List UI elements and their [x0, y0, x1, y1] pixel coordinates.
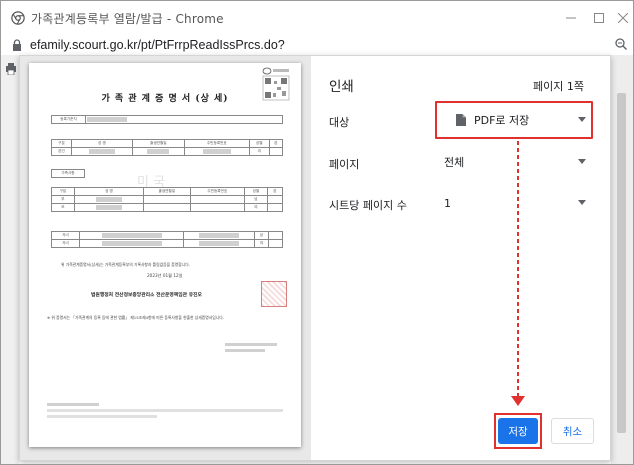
notice-text: ※ 위 증명서는 「가족관계의 등록 등에 관한 법률」 제15조제4항에 따른… — [47, 315, 224, 320]
zoom-icon[interactable] — [614, 37, 628, 51]
maximize-icon — [594, 13, 604, 23]
issuer-name: 법원행정처 전산정보중앙관리소 전산운영책임관 유진오 — [91, 292, 202, 298]
family-label-box: 가족사항 — [51, 169, 85, 178]
certification-statement: 위 가족관계증명서(상세)는 가족관계등록부의 기록사항과 틀림없음을 증명합니… — [61, 262, 190, 267]
background-scrollbar[interactable] — [617, 93, 626, 433]
minimize-button[interactable] — [561, 8, 581, 28]
address-bar[interactable]: efamily.scourt.go.kr/pt/PtFrrpReadIssPrc… — [1, 35, 633, 55]
issue-date: 2023년 01월 12일 — [147, 273, 183, 278]
preview-page: 가 족 관 계 증 명 서 (상 세) 등록기준지 구분 성 명 출생연월일 주… — [29, 63, 301, 447]
background-page — [1, 55, 19, 464]
print-preview: 가 족 관 계 증 명 서 (상 세) 등록기준지 구분 성 명 출생연월일 주… — [20, 56, 311, 460]
window-title: 가족관계등록부 열람/발급 - Chrome — [31, 11, 224, 26]
guide-arrow — [511, 141, 525, 406]
registration-table: 등록기준지 — [51, 115, 283, 124]
browser-window: 가족관계등록부 열람/발급 - Chrome efamily.scourt.go… — [0, 0, 634, 465]
self-table: 구분 성 명 출생연월일 주민등록번호 성별 본 본인 여 — [50, 139, 284, 156]
family-table: 구분 성 명 출생연월일 주민등록번호 성별 본 부 남 모 여 — [51, 187, 284, 212]
children-table: 자녀 남 자녀 여 — [51, 231, 283, 248]
cancel-button[interactable]: 취소 — [551, 418, 594, 444]
maximize-button[interactable] — [589, 8, 609, 28]
title-bar: 가족관계등록부 열람/발급 - Chrome — [1, 1, 633, 35]
save-button[interactable]: 저장 — [498, 418, 538, 444]
printer-icon — [6, 63, 16, 75]
print-settings: 인쇄 페이지 1쪽 대상 PDF로 저장 페이지 전체 시트당 페이지 수 1 — [312, 56, 610, 460]
url-text[interactable]: efamily.scourt.go.kr/pt/PtFrrpReadIssPrc… — [30, 38, 285, 52]
lock-icon — [13, 39, 21, 51]
close-icon — [618, 13, 628, 23]
minimize-icon — [566, 17, 576, 19]
print-dialog: 가 족 관 계 증 명 서 (상 세) 등록기준지 구분 성 명 출생연월일 주… — [19, 55, 611, 461]
chrome-icon — [11, 11, 25, 25]
official-stamp — [261, 281, 287, 307]
reg-label: 등록기준지 — [51, 115, 86, 124]
close-button[interactable] — [613, 8, 633, 28]
document-title: 가 족 관 계 증 명 서 (상 세) — [101, 94, 229, 104]
